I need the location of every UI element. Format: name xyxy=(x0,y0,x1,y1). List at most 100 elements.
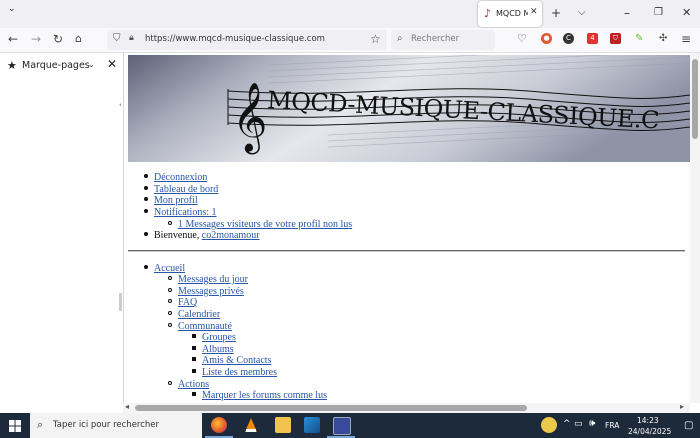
restore-icon[interactable]: ❐ xyxy=(654,6,663,20)
bookmark-star-icon[interactable]: ☆ xyxy=(370,32,381,46)
close-tab-icon[interactable]: ✕ xyxy=(530,7,538,17)
private-messages-link[interactable]: Messages privés xyxy=(178,286,244,297)
bullet xyxy=(144,186,148,190)
bullet xyxy=(192,369,196,373)
bullet xyxy=(192,392,196,396)
home-icon[interactable]: ⌂ xyxy=(75,32,82,46)
duckduckgo-icon[interactable]: ● xyxy=(541,33,552,44)
home-link[interactable]: Accueil xyxy=(154,263,185,274)
site-banner[interactable]: 𝄞 MQCD-MUSIQUE-CLASSIQUE.C xyxy=(128,55,690,162)
taskbar-search[interactable]: ⌕ Taper ici pour rechercher xyxy=(30,413,202,438)
back-icon[interactable]: ← xyxy=(8,32,18,46)
extension-shield-icon[interactable]: ⛉ xyxy=(610,33,621,44)
tab-strip: ⌄ ♪ MQCD M ✕ + ⌵ – ❐ ✕ xyxy=(0,0,700,28)
bullet xyxy=(168,288,172,292)
messages-today-link[interactable]: Messages du jour xyxy=(178,274,248,285)
calendar-link[interactable]: Calendrier xyxy=(178,309,220,320)
floppy-app-icon[interactable] xyxy=(333,417,351,435)
close-sidebar-icon[interactable]: ✕ xyxy=(107,57,117,71)
search-bar[interactable]: ⌕ Rechercher xyxy=(391,30,495,50)
username-link[interactable]: co2monamour xyxy=(202,230,260,241)
actions-link[interactable]: Actions xyxy=(178,379,209,390)
scroll-right-icon[interactable]: ▸ xyxy=(680,402,684,411)
extensions-puzzle-icon[interactable]: ✣ xyxy=(659,32,667,46)
extension-badge-icon[interactable]: 4 xyxy=(587,33,598,44)
bullet xyxy=(168,381,172,385)
dashboard-link[interactable]: Tableau de bord xyxy=(154,184,218,195)
welcome-text: Bienvenue, xyxy=(154,230,200,241)
url-bar[interactable]: ⛉ 🔒︎ https://www.mqcd-musique-classique.… xyxy=(107,30,387,50)
vertical-scrollbar[interactable] xyxy=(690,53,700,403)
weather-icon[interactable] xyxy=(541,417,557,433)
lock-icon[interactable]: 🔒︎ xyxy=(129,33,134,43)
visitor-messages-link[interactable]: 1 Messages visiteurs de votre profil non… xyxy=(178,219,352,230)
bookmarks-sidebar: ★ Marque-pages ⌄ ✕ ‹ xyxy=(0,53,124,403)
tab-list-icon[interactable]: ⌄ xyxy=(8,2,16,16)
app-blue-icon[interactable] xyxy=(304,417,320,433)
notification-badge: 4 xyxy=(590,34,595,42)
language-indicator[interactable]: FRA xyxy=(605,421,619,430)
extension-c-icon[interactable]: C xyxy=(563,33,574,44)
divider xyxy=(128,250,685,252)
tab-title: MQCD M xyxy=(496,9,528,18)
vlc-icon[interactable] xyxy=(243,417,259,433)
chevron-down-icon[interactable]: ⌵ xyxy=(578,6,586,20)
extension-pen-icon[interactable]: ✎ xyxy=(635,32,643,46)
list-item: Mon profil xyxy=(144,195,198,207)
forward-icon[interactable]: → xyxy=(31,32,41,46)
groups-link[interactable]: Groupes xyxy=(202,332,236,343)
albums-link[interactable]: Albums xyxy=(202,344,234,355)
sidebar-title[interactable]: Marque-pages xyxy=(22,60,90,71)
menu-icon[interactable]: ≡ xyxy=(681,32,691,46)
taskbar-search-placeholder: Taper ici pour rechercher xyxy=(53,420,160,430)
list-item: Groupes xyxy=(192,332,236,344)
tray-chevron-icon[interactable]: ^ xyxy=(563,419,571,429)
list-item: Messages du jour xyxy=(168,274,248,286)
horizontal-scrollbar[interactable]: ◂ ▸ xyxy=(123,402,690,413)
shield-icon[interactable]: ⛉ xyxy=(113,33,121,44)
horizontal-scroll-thumb[interactable] xyxy=(135,405,527,411)
network-icon[interactable]: ▭ xyxy=(574,419,583,429)
pocket-icon[interactable]: ♡ xyxy=(517,32,527,46)
faq-link[interactable]: FAQ xyxy=(178,297,197,308)
bullet xyxy=(144,197,148,201)
profile-link[interactable]: Mon profil xyxy=(154,195,198,206)
scroll-left-icon[interactable]: ◂ xyxy=(125,402,129,411)
reload-icon[interactable]: ↻ xyxy=(53,32,63,46)
search-icon: ⌕ xyxy=(397,33,403,44)
list-item: Bienvenue, co2monamour xyxy=(144,230,260,242)
firefox-icon[interactable] xyxy=(211,417,227,433)
member-list-link[interactable]: Liste des membres xyxy=(202,367,277,378)
bullet xyxy=(192,334,196,338)
new-tab-icon[interactable]: + xyxy=(551,6,561,20)
logout-link[interactable]: Déconnexion xyxy=(154,172,207,183)
page-content: 𝄞 MQCD-MUSIQUE-CLASSIQUE.C Déconnexion T… xyxy=(128,53,690,403)
list-item: Notifications: 1 xyxy=(144,207,217,219)
list-item: Calendrier xyxy=(168,309,220,321)
list-item: Marquer les forums comme lus xyxy=(192,390,327,402)
community-link[interactable]: Communauté xyxy=(178,321,232,332)
minimize-icon[interactable]: – xyxy=(624,6,630,20)
bullet xyxy=(168,311,172,315)
notification-center-icon[interactable]: ▢ xyxy=(684,420,693,431)
chevron-down-icon[interactable]: ⌄ xyxy=(88,60,95,69)
vertical-scroll-thumb[interactable] xyxy=(692,59,698,139)
tab-mqcd[interactable]: ♪ MQCD M ✕ xyxy=(478,1,542,27)
windows-start-icon[interactable] xyxy=(9,420,21,432)
bullet xyxy=(168,323,172,327)
notifications-link[interactable]: Notifications: 1 xyxy=(154,207,217,218)
mark-forums-read-link[interactable]: Marquer les forums comme lus xyxy=(202,390,327,401)
splitter-grip[interactable] xyxy=(119,293,122,311)
file-explorer-icon[interactable] xyxy=(275,417,291,433)
search-icon: ⌕ xyxy=(37,418,44,431)
list-item: FAQ xyxy=(168,297,197,309)
splitter-handle[interactable]: ‹ xyxy=(119,101,122,109)
volume-icon[interactable]: 🕪︎ xyxy=(589,418,595,429)
clock-time[interactable]: 14:23 xyxy=(637,416,659,425)
music-note-icon: ♪ xyxy=(484,7,492,20)
clock-date[interactable]: 24/04/2025 xyxy=(628,427,671,436)
bullet xyxy=(144,209,148,213)
close-window-icon[interactable]: ✕ xyxy=(682,6,691,20)
bullet xyxy=(144,265,148,269)
friends-contacts-link[interactable]: Amis & Contacts xyxy=(202,355,271,366)
